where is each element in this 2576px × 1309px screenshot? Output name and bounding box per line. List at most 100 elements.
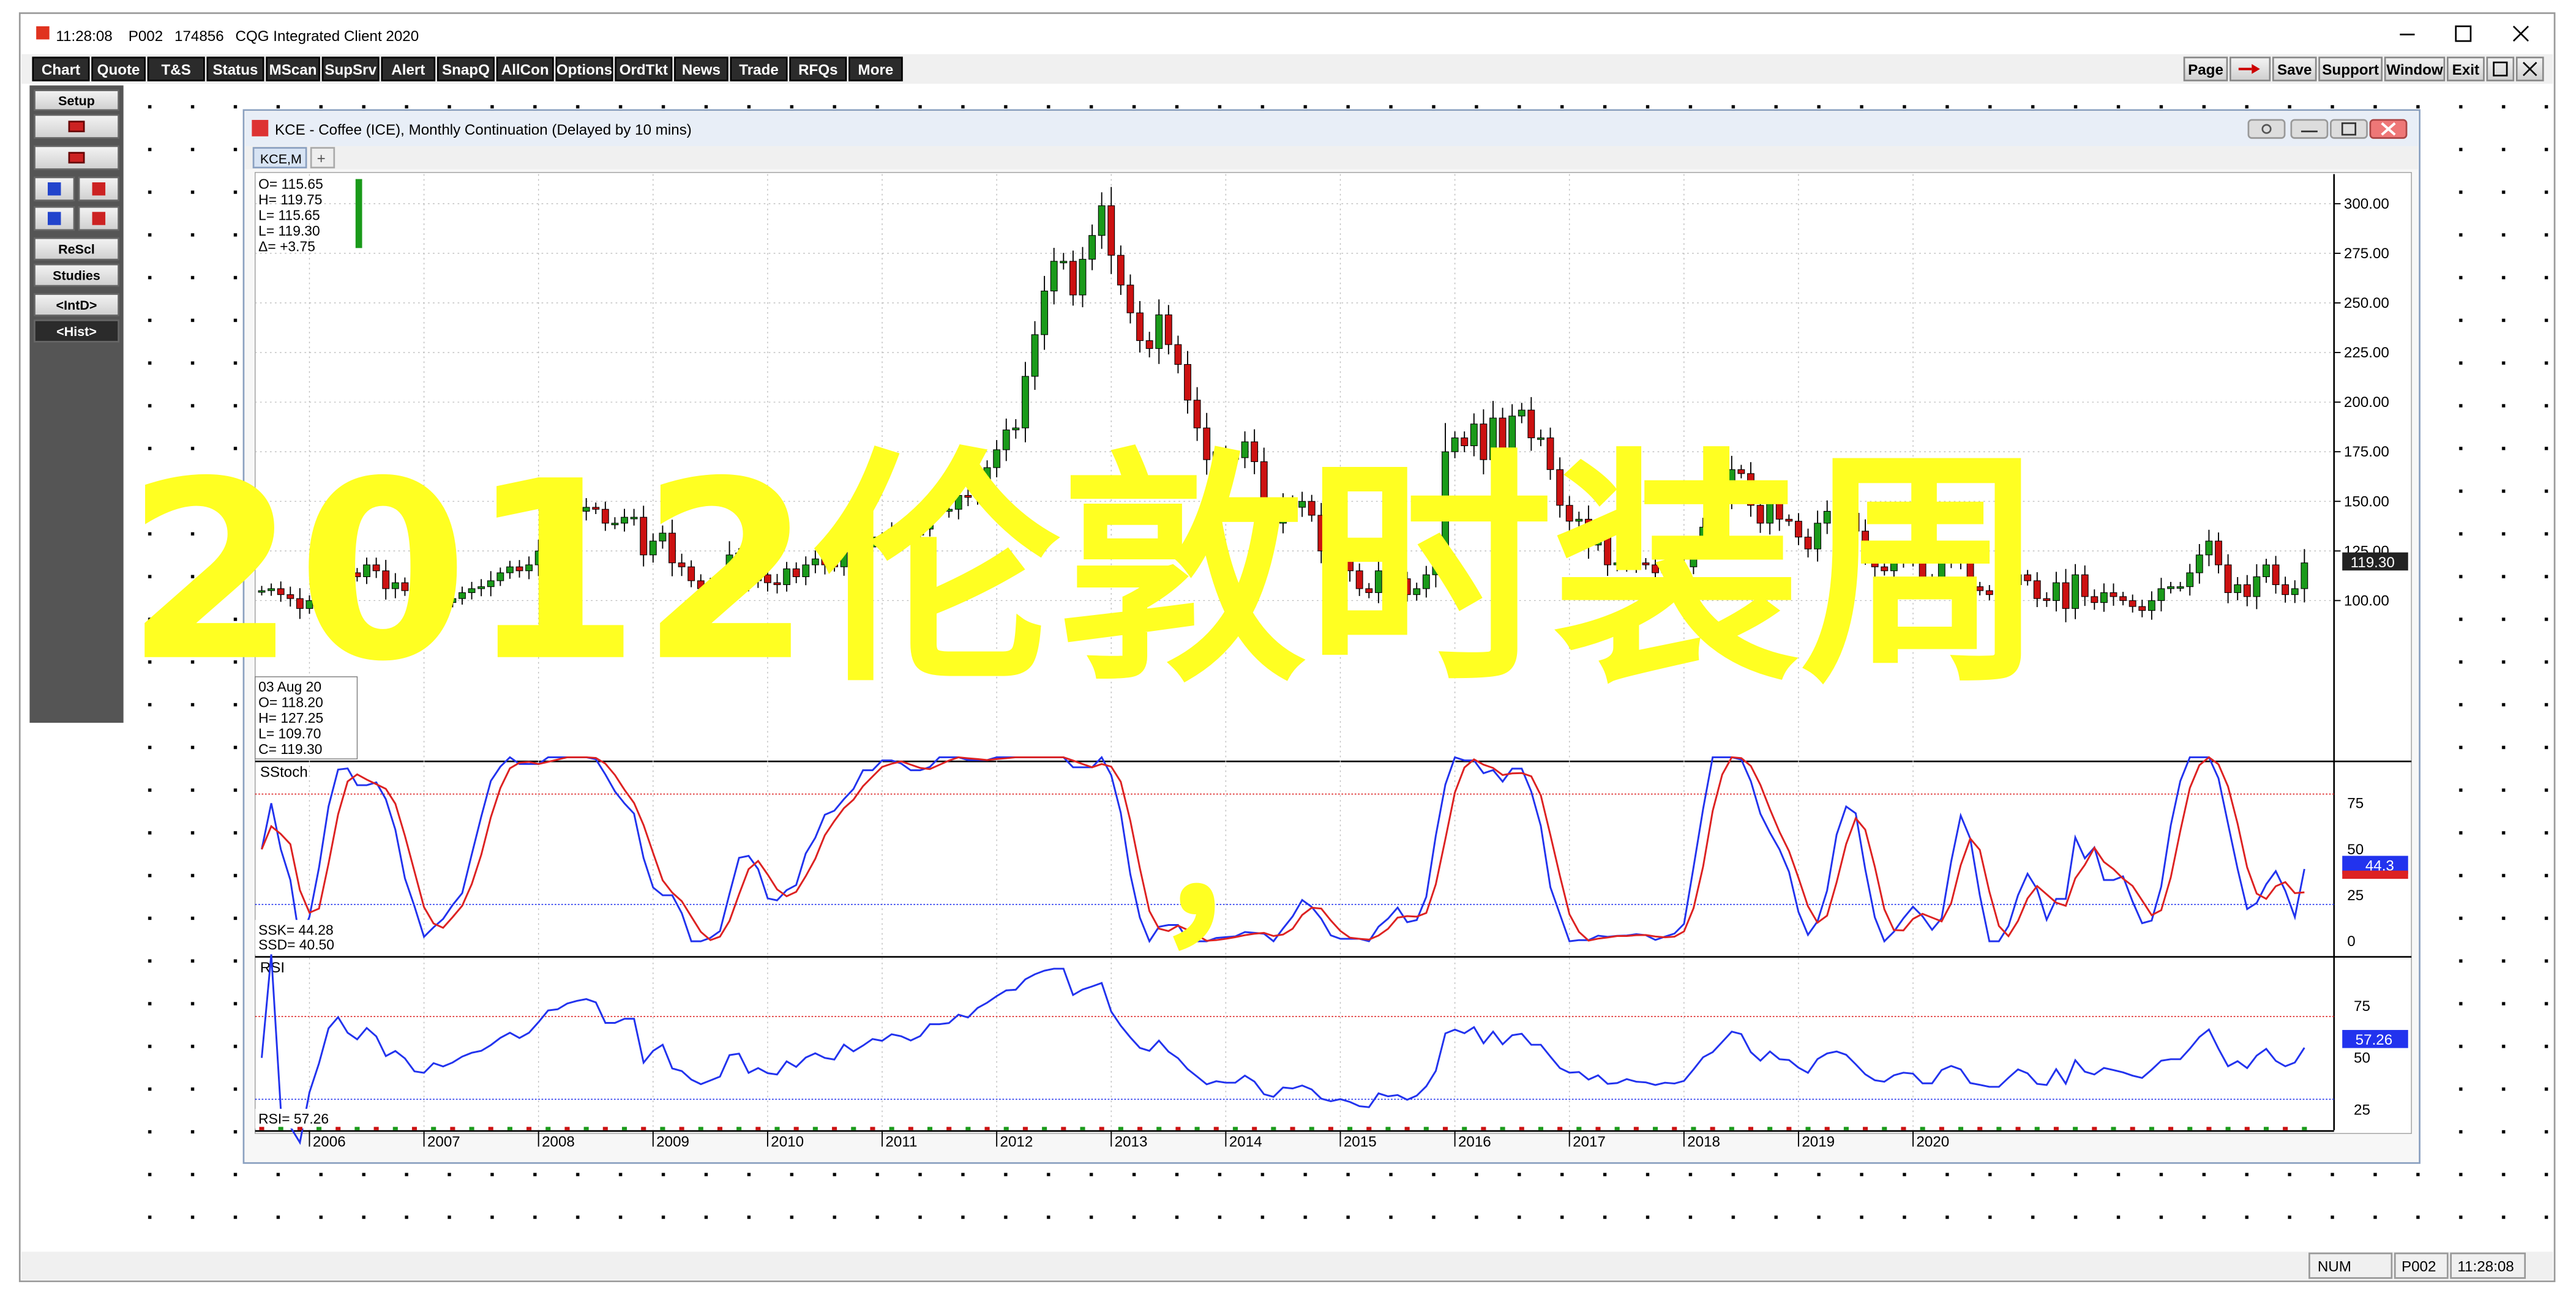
tab-kce-m[interactable]: KCE,M: [252, 147, 307, 169]
toolbar-button-status[interactable]: Status: [206, 56, 264, 81]
rsi-value: RSI= 57.26: [258, 1111, 329, 1127]
toolbar-button-options[interactable]: Options: [555, 56, 613, 81]
toolbar-button-snapq[interactable]: SnapQ: [436, 56, 495, 81]
minimize-icon[interactable]: [2387, 20, 2427, 49]
rsi-last-value: 57.26: [2356, 1032, 2393, 1048]
candle-body: [1145, 340, 1153, 349]
candle-body: [1193, 400, 1201, 428]
chart-link-icon[interactable]: [2247, 119, 2286, 139]
restore-window-button[interactable]: [2486, 56, 2515, 81]
intraday-button[interactable]: <IntD>: [34, 293, 119, 316]
volume-tick: [965, 1127, 971, 1130]
grid-tool-button-1[interactable]: [34, 176, 75, 201]
toolbar-button-label: Support: [2322, 62, 2379, 78]
candle-body: [2291, 588, 2299, 595]
volume-tick: [1252, 1127, 1257, 1130]
toolbar-button-save[interactable]: Save: [2272, 56, 2317, 81]
toolbar-button-chart[interactable]: Chart: [32, 56, 90, 81]
print-button[interactable]: [34, 114, 119, 139]
studies-button[interactable]: Studies: [34, 263, 119, 287]
price-axis-label: 250.00: [2344, 295, 2389, 311]
candle-body: [1098, 205, 1106, 236]
candle-body: [1117, 255, 1125, 286]
app-root: 11:28:08 P002 174856 CQG Integrated Clie…: [0, 0, 2576, 1306]
add-tab-button[interactable]: +: [310, 147, 335, 169]
year-label: 2016: [1458, 1134, 1491, 1151]
volume-tick: [1462, 1127, 1467, 1130]
volume-tick: [870, 1127, 875, 1130]
toolbar-button-more[interactable]: More: [848, 56, 903, 81]
ohlc-header-line: L= 115.65: [258, 207, 320, 223]
volume-tick: [1576, 1127, 1582, 1130]
link-arrow-button[interactable]: [2230, 56, 2271, 81]
candle-body: [2062, 582, 2070, 609]
maximize-icon[interactable]: [2443, 20, 2482, 49]
volume-tick: [2244, 1127, 2250, 1130]
candle-body: [2081, 574, 2089, 597]
volume-tick: [1882, 1127, 1887, 1130]
grid-tool-button-3[interactable]: [34, 206, 75, 231]
volume-tick: [2206, 1127, 2212, 1130]
print-icon: [68, 121, 85, 133]
toolbar-button-page[interactable]: Page: [2183, 56, 2228, 81]
candle-body: [1174, 344, 1182, 365]
toolbar-button-label: SupSrv: [324, 62, 376, 78]
volume-tick: [1595, 1127, 1601, 1130]
candle-body: [1155, 314, 1163, 349]
rsi-axis-label: 50: [2354, 1050, 2370, 1067]
toolbar-button-trade[interactable]: Trade: [730, 56, 788, 81]
setup-button[interactable]: Setup: [34, 89, 119, 111]
toolbar-button-label: Quote: [97, 62, 140, 78]
toolbar-button-ts[interactable]: T&S: [147, 56, 205, 81]
toolbar-button-label: More: [858, 62, 894, 78]
toolbar-button-exit[interactable]: Exit: [2446, 56, 2485, 81]
svg-text:KCE,M: KCE,M: [260, 152, 302, 166]
eraser-button[interactable]: [34, 145, 119, 170]
chart-close-icon[interactable]: [2369, 119, 2408, 139]
candle-body: [1069, 261, 1077, 296]
volume-tick: [1557, 1127, 1563, 1130]
volume-tick: [1672, 1127, 1677, 1130]
volume-tick: [660, 1127, 665, 1130]
title-app-name: CQG Integrated Client 2020: [236, 28, 419, 45]
toolbar-button-quote[interactable]: Quote: [91, 56, 146, 81]
rescale-button[interactable]: ReScl: [34, 237, 119, 261]
volume-tick: [373, 1127, 379, 1130]
history-button[interactable]: <Hist>: [34, 319, 119, 343]
volume-tick: [1385, 1127, 1391, 1130]
candle-body: [2091, 596, 2099, 603]
toolbar-button-mscan[interactable]: MScan: [266, 56, 320, 81]
price-axis-label: 175.00: [2344, 444, 2389, 460]
candle-body: [1060, 261, 1068, 264]
volume-tick: [717, 1127, 723, 1130]
toolbar-button-support[interactable]: Support: [2318, 56, 2383, 81]
side-button-label: <IntD>: [56, 298, 97, 313]
toolbar-button-news[interactable]: News: [674, 56, 728, 81]
candle-body: [1041, 290, 1049, 335]
title-clock: 11:28:08: [56, 28, 112, 45]
volume-tick: [2225, 1127, 2231, 1130]
year-label: 2012: [1000, 1134, 1033, 1151]
toolbar-button-ordtkt[interactable]: OrdTkt: [615, 56, 673, 81]
chart-minimize-icon[interactable]: [2290, 119, 2329, 139]
close-window-button[interactable]: [2515, 56, 2544, 81]
volume-tick: [507, 1127, 512, 1130]
grid-tool-button-2[interactable]: [78, 176, 119, 201]
volume-tick: [1042, 1127, 1047, 1130]
stoch-axis-label: 0: [2347, 933, 2355, 950]
ohlc-header-line: O= 115.65: [258, 176, 323, 192]
toolbar-button-label: Window: [2386, 62, 2443, 78]
toolbar-button-alert[interactable]: Alert: [381, 56, 436, 81]
grid-tool-button-4[interactable]: [78, 206, 119, 231]
volume-tick: [984, 1127, 990, 1130]
toolbar-button-supsrv[interactable]: SupSrv: [321, 56, 380, 81]
toolbar-button-allcon[interactable]: AllCon: [496, 56, 554, 81]
toolbar-button-rfqs[interactable]: RFQs: [789, 56, 847, 81]
volume-tick: [908, 1127, 913, 1130]
toolbar-button-window[interactable]: Window: [2384, 56, 2446, 81]
volume-tick: [1423, 1127, 1429, 1130]
candle-body: [1031, 334, 1039, 377]
close-icon[interactable]: [2499, 20, 2539, 49]
chart-restore-icon[interactable]: [2330, 119, 2368, 139]
year-label: 2020: [1916, 1134, 1949, 1151]
